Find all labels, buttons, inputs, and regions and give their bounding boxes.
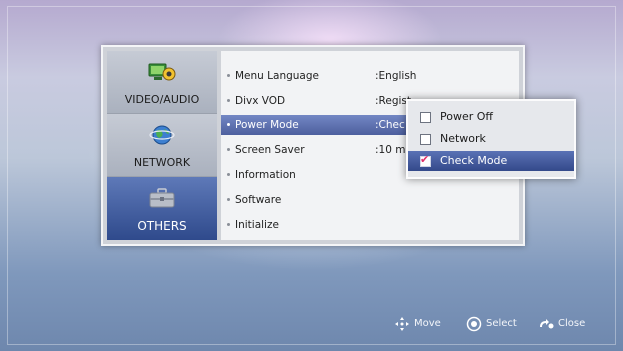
setting-name: Initialize [235,219,279,231]
network-globe-icon [147,122,177,148]
option-label: Check Mode [440,154,508,167]
option-power-off[interactable]: Power Off [414,107,568,127]
setting-name: Menu Language [235,70,319,82]
hint-label: Close [558,318,586,329]
bullet-icon [227,123,230,126]
hint-label: Move [414,318,441,329]
setting-initialize[interactable]: Initialize [221,215,519,235]
setting-name: Software [235,194,282,206]
category-label: NETWORK [133,156,191,169]
bullet-icon [227,148,230,151]
category-label: VIDEO/AUDIO [124,93,200,106]
setting-name: Information [235,169,296,181]
category-column: VIDEO/AUDIO NETWORK OTHERS [107,51,217,240]
check-mark-icon: ✔ [420,153,430,166]
checkbox-checked[interactable]: ✔ [420,153,431,167]
setting-value: :10 mi [375,144,409,156]
category-label: OTHERS [137,219,187,233]
setting-name: Divx VOD [235,95,286,107]
category-others[interactable]: OTHERS [107,177,217,240]
option-label: Power Off [440,110,493,123]
select-button-icon [466,316,482,338]
category-video-audio[interactable]: VIDEO/AUDIO [107,51,217,114]
option-check-mode[interactable]: ✔ Check Mode [408,151,574,171]
option-label: Network [440,132,486,145]
setting-value: :English [375,70,417,82]
hint-select: Select [466,316,526,332]
video-audio-icon [147,59,177,85]
bullet-icon [227,223,230,226]
bullet-icon [227,74,230,77]
move-arrows-icon [394,316,410,338]
setting-software[interactable]: Software [221,190,519,210]
return-close-icon [537,316,555,338]
tv-screen: VIDEO/AUDIO NETWORK OTHERS Menu Language… [0,0,623,351]
option-network[interactable]: Network [414,129,568,149]
setting-name: Power Mode [235,119,299,131]
toolbox-icon [147,185,177,211]
hint-move: Move [394,316,444,332]
checkbox[interactable] [420,134,431,145]
bullet-icon [227,198,230,201]
checkbox[interactable] [420,112,431,123]
hint-label: Select [486,318,517,329]
setting-name: Screen Saver [235,144,305,156]
setting-menu-language[interactable]: Menu Language :English [221,66,519,86]
bullet-icon [227,173,230,176]
category-network[interactable]: NETWORK [107,114,217,177]
setting-value: :Chec [375,119,405,131]
bullet-icon [227,99,230,102]
hint-close: Close [537,316,597,332]
power-mode-popup: Power Off Network ✔ Check Mode [406,99,576,179]
